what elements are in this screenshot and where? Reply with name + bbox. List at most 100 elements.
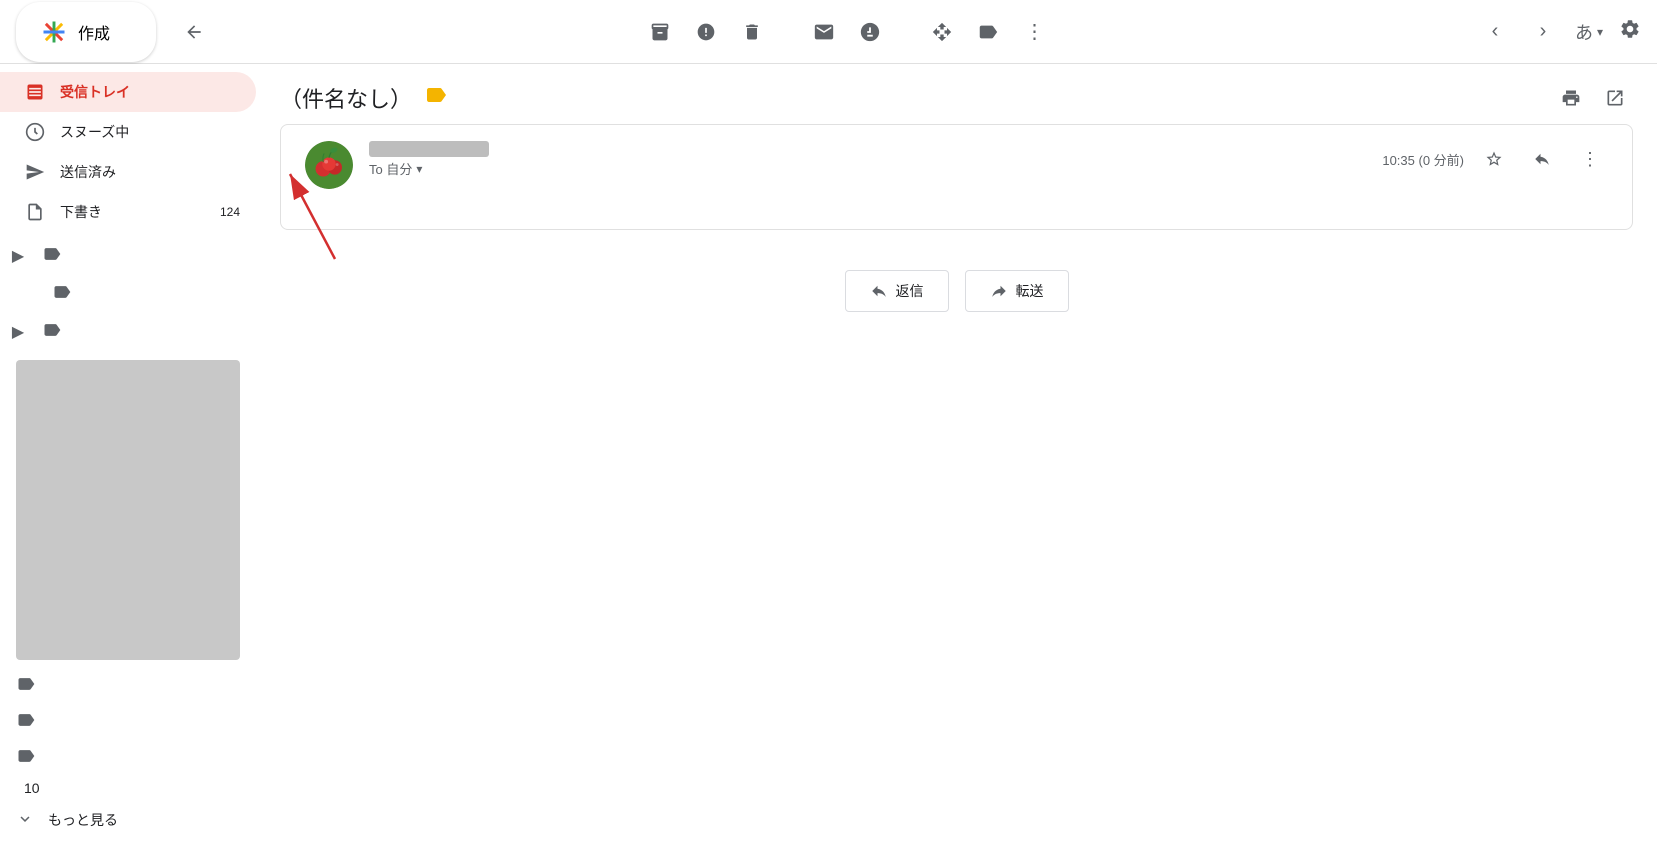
sender-name-placeholder — [369, 141, 489, 157]
email-message-container: To 自分 ▾ 10:35 (0 分前) — [256, 124, 1657, 865]
email-subject: （件名なし） — [280, 82, 412, 114]
tag-icon-1 — [42, 244, 62, 269]
drafts-icon — [24, 201, 46, 223]
star-button[interactable] — [1476, 141, 1512, 177]
category-row-1[interactable]: ▶ — [0, 236, 256, 276]
sidebar-item-drafts[interactable]: 下書き 124 — [0, 192, 256, 232]
drafts-badge: 124 — [220, 205, 240, 219]
reply-forward-area: 返信 転送 — [280, 246, 1633, 344]
forward-btn-label: 転送 — [1016, 281, 1044, 301]
drafts-label: 下書き — [60, 202, 206, 222]
star-icon — [1485, 150, 1503, 168]
back-button[interactable] — [180, 18, 208, 46]
tag-icon-3 — [42, 320, 62, 345]
reply-arrow-icon — [870, 282, 888, 300]
avatar-red-border — [305, 141, 353, 189]
email-view: （件名なし） — [256, 64, 1657, 865]
main-layout: 受信トレイ スヌーズ中 送信済み — [0, 64, 1657, 865]
tag-icon-2 — [52, 282, 72, 307]
move-icon — [932, 22, 952, 42]
delete-button[interactable] — [738, 18, 766, 46]
forward-arrow-icon — [990, 282, 1008, 300]
message-body — [305, 189, 1608, 213]
language-button[interactable]: あ ▾ — [1575, 19, 1603, 45]
message-time: 10:35 (0 分前) — [1382, 150, 1464, 169]
archive-button[interactable] — [646, 18, 674, 46]
email-subject-bar: （件名なし） — [256, 64, 1657, 124]
sidebar-list-placeholder — [16, 360, 240, 660]
category-row-5[interactable] — [0, 704, 256, 740]
to-label: To 自分 — [369, 159, 412, 178]
spam-icon — [696, 22, 716, 42]
expand-icon-1: ▶ — [8, 246, 28, 266]
compose-button[interactable]: 作成 — [16, 2, 156, 62]
next-message-button[interactable]: › — [1527, 16, 1559, 48]
email-top-actions — [1553, 80, 1633, 116]
avatar-annotation-container — [305, 141, 353, 189]
important-marker-icon — [424, 83, 448, 113]
category-section: ▶ ▶ — [0, 236, 256, 776]
label-button[interactable] — [974, 18, 1002, 46]
delete-icon — [742, 22, 762, 42]
new-window-button[interactable] — [1597, 80, 1633, 116]
sidebar-item-inbox[interactable]: 受信トレイ — [0, 72, 256, 112]
mark-read-button[interactable] — [810, 18, 838, 46]
compose-label: 作成 — [78, 20, 110, 44]
prev-message-button[interactable]: ‹ — [1479, 16, 1511, 48]
sidebar-number: 10 — [0, 776, 256, 800]
category-row-2[interactable] — [0, 276, 256, 312]
lang-dropdown-arrow: ▾ — [1597, 25, 1603, 39]
toolbar-center: ⋮ — [216, 18, 1479, 46]
settings-button[interactable] — [1619, 18, 1641, 46]
tag-icon-6 — [16, 746, 36, 771]
category-row-3[interactable]: ▶ — [0, 312, 256, 352]
more-button[interactable]: ⋮ — [1020, 18, 1048, 46]
chevron-down-icon — [16, 810, 34, 831]
snoozed-label: スヌーズ中 — [60, 122, 240, 142]
snooze-icon — [859, 21, 881, 43]
sidebar-item-sent[interactable]: 送信済み — [0, 152, 256, 192]
sent-label: 送信済み — [60, 162, 240, 182]
reply-action-button[interactable]: 返信 — [845, 270, 949, 312]
see-more-label: もっと見る — [48, 810, 118, 830]
compose-plus-icon — [40, 18, 68, 46]
mail-icon — [813, 21, 835, 43]
print-icon — [1561, 88, 1581, 108]
sent-icon — [24, 161, 46, 183]
print-button[interactable] — [1553, 80, 1589, 116]
archive-icon — [650, 22, 670, 42]
sidebar-item-snoozed[interactable]: スヌーズ中 — [0, 112, 256, 152]
tag-icon-4 — [16, 674, 36, 699]
message-meta: 10:35 (0 分前) ⋮ — [1382, 141, 1608, 177]
reply-icon — [1533, 150, 1551, 168]
toolbar-right: ‹ › あ ▾ — [1479, 16, 1641, 48]
category-row-6[interactable] — [0, 740, 256, 776]
sender-avatar — [305, 141, 353, 189]
label-icon — [977, 21, 999, 43]
top-toolbar: 作成 — [0, 0, 1657, 64]
forward-action-button[interactable]: 転送 — [965, 270, 1069, 312]
see-more-button[interactable]: もっと見る — [0, 800, 256, 840]
tag-icon-5 — [16, 710, 36, 735]
snooze-button[interactable] — [856, 18, 884, 46]
email-message: To 自分 ▾ 10:35 (0 分前) — [280, 124, 1633, 230]
gear-icon — [1619, 18, 1641, 40]
move-button[interactable] — [928, 18, 956, 46]
to-line: To 自分 ▾ — [369, 159, 1366, 178]
new-window-icon — [1605, 88, 1625, 108]
category-row-4[interactable] — [0, 668, 256, 704]
inbox-label: 受信トレイ — [60, 82, 240, 102]
inbox-icon — [24, 81, 46, 103]
sidebar: 受信トレイ スヌーズ中 送信済み — [0, 64, 256, 865]
spam-button[interactable] — [692, 18, 720, 46]
reply-button[interactable] — [1524, 141, 1560, 177]
sender-info: To 自分 ▾ — [369, 141, 1366, 178]
to-dropdown-arrow[interactable]: ▾ — [416, 162, 422, 176]
expand-icon-3: ▶ — [8, 322, 28, 342]
back-arrow-icon — [184, 22, 204, 42]
message-header: To 自分 ▾ 10:35 (0 分前) — [305, 141, 1608, 189]
snoozed-icon — [24, 121, 46, 143]
message-more-button[interactable]: ⋮ — [1572, 141, 1608, 177]
reply-btn-label: 返信 — [896, 281, 924, 301]
language-label: あ — [1575, 19, 1593, 45]
